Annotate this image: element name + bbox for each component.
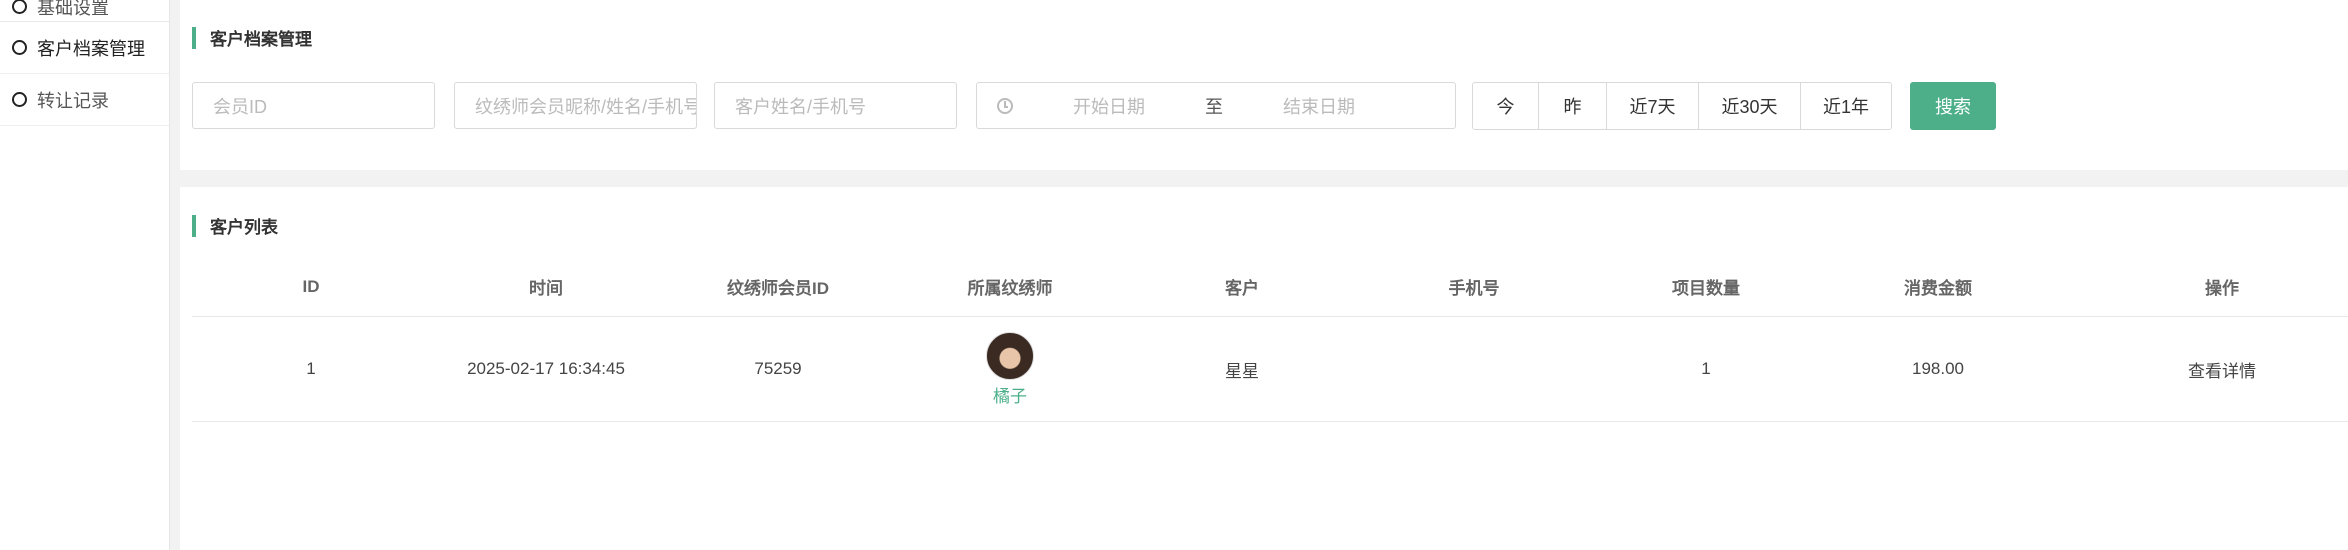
sidebar-item-label: 客户档案管理 xyxy=(37,38,145,59)
column-header: 客户 xyxy=(1225,279,1259,298)
cell-id: 1 xyxy=(306,359,316,378)
quick-range-30-days[interactable]: 近30天 xyxy=(1699,83,1801,129)
view-details-link[interactable]: 查看详情 xyxy=(2054,357,2348,382)
filter-panel: 客户档案管理 会员ID 纹绣师会员昵称/姓名/手机号 客户姓名/手机号 开始日期… xyxy=(180,0,2348,170)
customer-search-placeholder: 客户姓名/手机号 xyxy=(735,96,867,117)
member-id-input[interactable]: 会员ID xyxy=(192,82,435,129)
column-header: 手机号 xyxy=(1448,279,1500,298)
table-row: 1 2025-02-17 16:34:45 75259 橘子 星星 1 198.… xyxy=(192,317,2348,422)
cell-time: 2025-02-17 16:34:45 xyxy=(467,359,625,378)
table-header: ID 时间 纹绣师会员ID 所属纹绣师 客户 手机号 项目数量 消费金额 操作 xyxy=(192,257,2348,317)
cell-customer: 星星 xyxy=(1225,361,1259,381)
column-header: 时间 xyxy=(529,279,563,298)
date-separator: 至 xyxy=(1205,96,1223,117)
main-content: 客户档案管理 会员ID 纹绣师会员昵称/姓名/手机号 客户姓名/手机号 开始日期… xyxy=(180,0,2348,550)
artist-search-input[interactable]: 纹绣师会员昵称/姓名/手机号 xyxy=(454,82,697,129)
list-title: 客户列表 xyxy=(210,218,278,237)
column-header: 项目数量 xyxy=(1672,279,1740,298)
quick-range-today[interactable]: 今 xyxy=(1473,83,1539,129)
column-header: 消费金额 xyxy=(1904,279,1972,298)
quick-range-1-year[interactable]: 近1年 xyxy=(1801,83,1891,129)
sidebar-item-customer-archive[interactable]: 客户档案管理 xyxy=(0,22,169,74)
sidebar-item-label: 转让记录 xyxy=(37,90,109,111)
filter-title: 客户档案管理 xyxy=(210,30,312,49)
end-date-placeholder: 结束日期 xyxy=(1283,96,1355,117)
title-accent-bar xyxy=(192,26,196,49)
radio-icon xyxy=(12,0,27,14)
search-button[interactable]: 搜索 xyxy=(1910,82,1996,130)
cell-item-count: 1 xyxy=(1701,359,1711,378)
quick-range-yesterday[interactable]: 昨 xyxy=(1539,83,1607,129)
column-header: 所属纹绣师 xyxy=(967,279,1053,298)
sidebar-item-label: 基础设置 xyxy=(37,0,109,18)
cell-artist-member-id: 75259 xyxy=(754,359,802,378)
section-title: 客户档案管理 xyxy=(192,25,312,50)
quick-range-7-days[interactable]: 近7天 xyxy=(1607,83,1699,129)
clock-icon xyxy=(997,97,1013,114)
sidebar-item-transfer-records[interactable]: 转让记录 xyxy=(0,74,169,126)
member-id-placeholder: 会员ID xyxy=(213,96,267,117)
column-header: 纹绣师会员ID xyxy=(727,279,829,298)
quick-range-group: 今 昨 近7天 近30天 近1年 xyxy=(1472,82,1892,130)
customer-search-input[interactable]: 客户姓名/手机号 xyxy=(714,82,957,129)
list-panel: 客户列表 ID 时间 纹绣师会员ID 所属纹绣师 客户 手机号 项目数量 消费金… xyxy=(180,187,2348,550)
title-accent-bar xyxy=(192,214,196,237)
cell-amount: 198.00 xyxy=(1912,359,1964,378)
section-title: 客户列表 xyxy=(192,213,278,238)
customer-table: ID 时间 纹绣师会员ID 所属纹绣师 客户 手机号 项目数量 消费金额 操作 … xyxy=(192,257,2348,422)
sidebar: 基础设置 客户档案管理 转让记录 xyxy=(0,0,170,550)
artist-search-placeholder: 纹绣师会员昵称/姓名/手机号 xyxy=(475,96,697,117)
artist-name: 橘子 xyxy=(993,386,1027,406)
column-header: ID xyxy=(302,276,320,296)
avatar xyxy=(986,331,1034,380)
sidebar-item-basic-settings[interactable]: 基础设置 xyxy=(0,0,169,22)
radio-icon xyxy=(12,40,27,55)
start-date-placeholder: 开始日期 xyxy=(1073,96,1145,117)
cell-artist: 橘子 xyxy=(894,331,1126,407)
date-range-picker[interactable]: 开始日期 至 结束日期 xyxy=(976,82,1456,129)
radio-icon xyxy=(12,92,27,107)
column-header: 操作 xyxy=(2205,279,2239,298)
